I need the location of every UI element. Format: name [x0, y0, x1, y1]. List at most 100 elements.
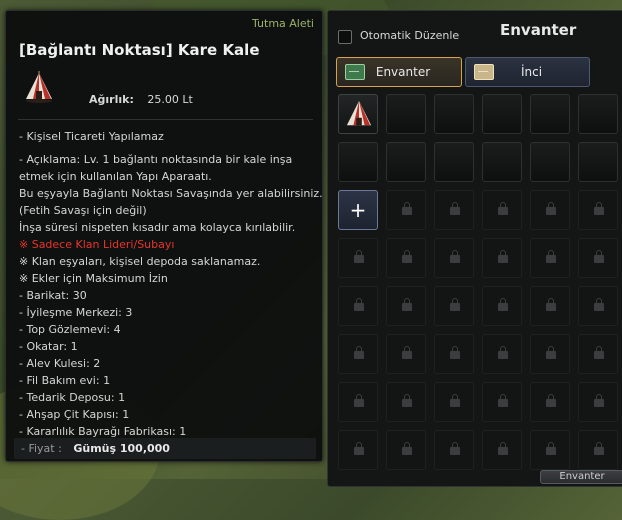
limit-line: - Ahşap Çit Kapısı: 1	[19, 408, 130, 421]
locked-slot	[386, 190, 426, 230]
description-line: (Fetih Savaşı için değil)	[19, 204, 147, 217]
locked-slot	[434, 286, 474, 326]
inventory-slot[interactable]	[434, 142, 474, 182]
lock-icon	[546, 394, 556, 407]
locked-slot	[578, 238, 618, 278]
lock-icon	[594, 442, 604, 455]
lock-icon	[450, 298, 460, 311]
item-category: Tutma Aleti	[251, 17, 314, 30]
lock-icon	[450, 202, 460, 215]
inventory-slot[interactable]	[578, 142, 618, 182]
tab-label: İnci	[520, 65, 543, 79]
inventory-slot[interactable]	[434, 94, 474, 134]
lock-icon	[450, 394, 460, 407]
trade-note: - Kişisel Ticareti Yapılamaz	[19, 130, 164, 143]
lock-icon	[498, 442, 508, 455]
locked-slot	[530, 334, 570, 374]
limit-line: - Fil Bakım evi: 1	[19, 374, 111, 387]
limit-line: - Barikat: 30	[19, 289, 87, 302]
item-price: - Fiyat : Gümüş 100,000	[14, 438, 316, 459]
lock-icon	[354, 250, 364, 263]
locked-slot	[434, 430, 474, 470]
auto-sort-checkbox[interactable]	[338, 30, 352, 44]
lock-icon	[402, 346, 412, 359]
lock-icon	[354, 394, 364, 407]
item-weight: Ağırlık: 25.00 Lt	[89, 93, 193, 106]
inventory-slot[interactable]	[482, 142, 522, 182]
inventory-slot[interactable]	[386, 94, 426, 134]
price-label: - Fiyat :	[21, 442, 62, 455]
lock-icon	[450, 250, 460, 263]
plus-icon: +	[349, 198, 367, 222]
locked-slot	[338, 334, 378, 374]
inventory-slot-item[interactable]	[338, 94, 378, 134]
bottom-button[interactable]: Envanter	[540, 470, 622, 484]
lock-icon	[498, 202, 508, 215]
description-line: Bu eşyayla Bağlantı Noktası Savaşında ye…	[19, 187, 323, 200]
lock-icon	[450, 442, 460, 455]
lock-icon	[594, 394, 604, 407]
lock-icon	[546, 442, 556, 455]
limit-line: - Alev Kulesi: 2	[19, 357, 101, 370]
tent-fortress-icon	[346, 101, 372, 126]
locked-slot	[386, 286, 426, 326]
lock-icon	[402, 202, 412, 215]
lock-icon	[546, 202, 556, 215]
lock-icon	[498, 346, 508, 359]
limit-line: - Top Gözlemevi: 4	[19, 323, 121, 336]
locked-slot	[482, 238, 522, 278]
locked-slot	[482, 190, 522, 230]
lock-icon	[402, 442, 412, 455]
restriction-warning: ※ Sadece Klan Lideri/Subayı	[19, 238, 175, 251]
locked-slot	[578, 430, 618, 470]
divider	[18, 119, 313, 120]
lock-icon	[402, 250, 412, 263]
lock-icon	[354, 442, 364, 455]
tab-inci[interactable]: İnci	[465, 57, 590, 87]
weight-value: 25.00 Lt	[147, 93, 193, 106]
locked-slot	[338, 382, 378, 422]
locked-slot	[578, 334, 618, 374]
locked-slot	[386, 382, 426, 422]
locked-slot	[482, 430, 522, 470]
locked-slot	[578, 286, 618, 326]
auto-sort-label[interactable]: Otomatik Düzenle	[360, 29, 459, 42]
lock-icon	[594, 250, 604, 263]
inventory-slot[interactable]	[530, 94, 570, 134]
lock-icon	[498, 250, 508, 263]
lock-icon	[594, 298, 604, 311]
locked-slot	[386, 334, 426, 374]
weight-label: Ağırlık:	[89, 93, 134, 106]
lock-icon	[402, 394, 412, 407]
expand-inventory-button[interactable]: +	[338, 190, 378, 230]
note-line: ※ Klan eşyaları, kişisel depoda saklanam…	[19, 255, 261, 268]
lock-icon	[546, 298, 556, 311]
tab-envanter[interactable]: Envanter	[336, 57, 462, 87]
locked-slot	[578, 382, 618, 422]
price-value: Gümüş 100,000	[73, 442, 170, 455]
locked-slot	[482, 382, 522, 422]
pearl-bag-icon	[474, 64, 494, 80]
limit-line: - Okatar: 1	[19, 340, 78, 353]
inventory-slot[interactable]	[338, 142, 378, 182]
tab-label: Envanter	[375, 65, 431, 79]
inventory-slot[interactable]	[578, 94, 618, 134]
lock-icon	[450, 346, 460, 359]
item-description-block: - Kişisel Ticareti Yapılamaz - Açıklama:…	[19, 128, 323, 440]
lock-icon	[354, 346, 364, 359]
inventory-slot[interactable]	[482, 94, 522, 134]
inventory-slot[interactable]	[530, 142, 570, 182]
locked-slot	[530, 286, 570, 326]
item-tooltip: Tutma Aleti [Bağlantı Noktası] Kare Kale…	[5, 10, 323, 462]
inventory-slot[interactable]	[386, 142, 426, 182]
limit-line: - Tedarik Deposu: 1	[19, 391, 126, 404]
locked-slot	[338, 286, 378, 326]
locked-slot	[386, 430, 426, 470]
window-title: Envanter	[500, 21, 577, 39]
note-line: ※ Ekler için Maksimum İzin	[19, 272, 168, 285]
lock-icon	[498, 298, 508, 311]
locked-slot	[530, 190, 570, 230]
locked-slot	[386, 238, 426, 278]
locked-slot	[434, 190, 474, 230]
locked-slot	[482, 286, 522, 326]
